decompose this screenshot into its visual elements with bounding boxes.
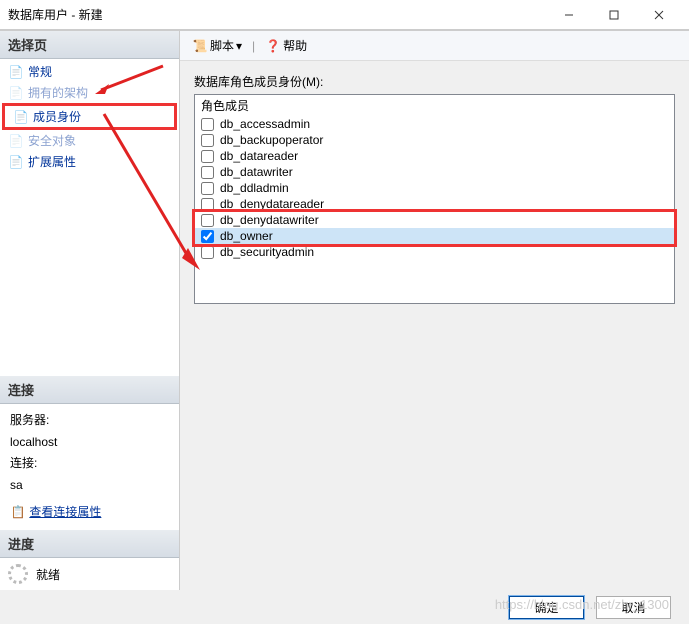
page-icon: 📄 [8, 133, 24, 149]
titlebar: 数据库用户 - 新建 [0, 0, 689, 30]
nav-list: 📄 常规 📄 拥有的架构 📄 成员身份 📄 安全对象 📄 扩展属性 [0, 59, 179, 174]
role-checkbox[interactable] [201, 214, 214, 227]
progress-status: 就绪 [36, 566, 60, 583]
nav-label: 扩展属性 [28, 153, 76, 170]
help-button[interactable]: ❓ 帮助 [261, 35, 311, 56]
role-item-db_owner[interactable]: db_owner [195, 228, 674, 244]
server-label: 服务器: [10, 410, 169, 432]
main-body: 数据库角色成员身份(M): 角色成员 db_accessadmin db_back… [180, 61, 689, 590]
role-label: db_securityadmin [220, 245, 314, 259]
role-item-db_datareader[interactable]: db_datareader [195, 148, 674, 164]
role-label: db_ddladmin [220, 181, 289, 195]
role-item-db_accessadmin[interactable]: db_accessadmin [195, 116, 674, 132]
role-label: db_accessadmin [220, 117, 310, 131]
page-icon: 📄 [13, 109, 29, 125]
highlight-db-owner: db_denydatawriter db_owner [192, 209, 677, 247]
nav-item-membership[interactable]: 📄 成员身份 [5, 106, 174, 127]
minimize-button[interactable] [546, 1, 591, 29]
roles-header: 角色成员 [195, 95, 674, 116]
script-label: 脚本 [210, 37, 234, 54]
role-checkbox[interactable] [201, 118, 214, 131]
connection-header: 连接 [0, 376, 179, 404]
role-checkbox[interactable] [201, 182, 214, 195]
nav-item-securables[interactable]: 📄 安全对象 [0, 130, 179, 151]
select-page-header: 选择页 [0, 31, 179, 59]
auth-label: 连接: [10, 453, 169, 475]
page-icon: 📄 [8, 85, 24, 101]
nav-item-schemas[interactable]: 📄 拥有的架构 [0, 82, 179, 103]
roles-field-label: 数据库角色成员身份(M): [194, 73, 675, 90]
nav-label: 常规 [28, 63, 52, 80]
role-label: db_datareader [220, 149, 298, 163]
toolbar: 📜 脚本 ▾ | ❓ 帮助 [180, 31, 689, 61]
connection-section: 服务器: localhost 连接: sa 📋 查看连接属性 [0, 404, 179, 530]
help-icon: ❓ [265, 38, 281, 54]
maximize-button[interactable] [591, 1, 636, 29]
view-connection-link[interactable]: 查看连接属性 [29, 505, 101, 519]
progress-header: 进度 [0, 530, 179, 558]
script-button[interactable]: 📜 脚本 ▾ [188, 35, 246, 56]
role-item-db_backupoperator[interactable]: db_backupoperator [195, 132, 674, 148]
nav-item-extended[interactable]: 📄 扩展属性 [0, 151, 179, 172]
ok-button[interactable]: 确定 [509, 596, 584, 619]
properties-icon: 📋 [10, 505, 26, 521]
nav-label: 成员身份 [33, 108, 81, 125]
role-label: db_backupoperator [220, 133, 323, 147]
help-label: 帮助 [283, 37, 307, 54]
spinner-icon [8, 564, 28, 584]
role-checkbox[interactable] [201, 246, 214, 259]
auth-value: sa [10, 475, 169, 497]
role-item-db_denydatawriter[interactable]: db_denydatawriter [195, 212, 674, 228]
role-checkbox[interactable] [201, 166, 214, 179]
nav-label: 拥有的架构 [28, 84, 88, 101]
close-button[interactable] [636, 1, 681, 29]
dialog-footer: 确定 取消 [0, 590, 689, 624]
progress-section: 就绪 [0, 558, 179, 590]
cancel-button[interactable]: 取消 [596, 596, 671, 619]
nav-item-general[interactable]: 📄 常规 [0, 61, 179, 82]
role-checkbox[interactable] [201, 230, 214, 243]
window-title: 数据库用户 - 新建 [8, 6, 546, 23]
script-icon: 📜 [192, 38, 208, 54]
role-label: db_denydatawriter [220, 213, 319, 227]
nav-label: 安全对象 [28, 132, 76, 149]
dropdown-icon: ▾ [236, 39, 242, 53]
role-item-db_ddladmin[interactable]: db_ddladmin [195, 180, 674, 196]
highlight-membership: 📄 成员身份 [2, 103, 177, 130]
page-icon: 📄 [8, 64, 24, 80]
main: 📜 脚本 ▾ | ❓ 帮助 数据库角色成员身份(M): 角色成员 db_acce… [180, 31, 689, 590]
toolbar-separator: | [252, 39, 255, 53]
page-icon: 📄 [8, 154, 24, 170]
sidebar: 选择页 📄 常规 📄 拥有的架构 📄 成员身份 📄 安全对象 📄 [0, 31, 180, 590]
role-checkbox[interactable] [201, 134, 214, 147]
role-label: db_datawriter [220, 165, 293, 179]
role-label: db_owner [220, 229, 273, 243]
server-value: localhost [10, 432, 169, 454]
role-checkbox[interactable] [201, 150, 214, 163]
roles-listbox[interactable]: 角色成员 db_accessadmin db_backupoperator db_d… [194, 94, 675, 304]
role-item-db_datawriter[interactable]: db_datawriter [195, 164, 674, 180]
